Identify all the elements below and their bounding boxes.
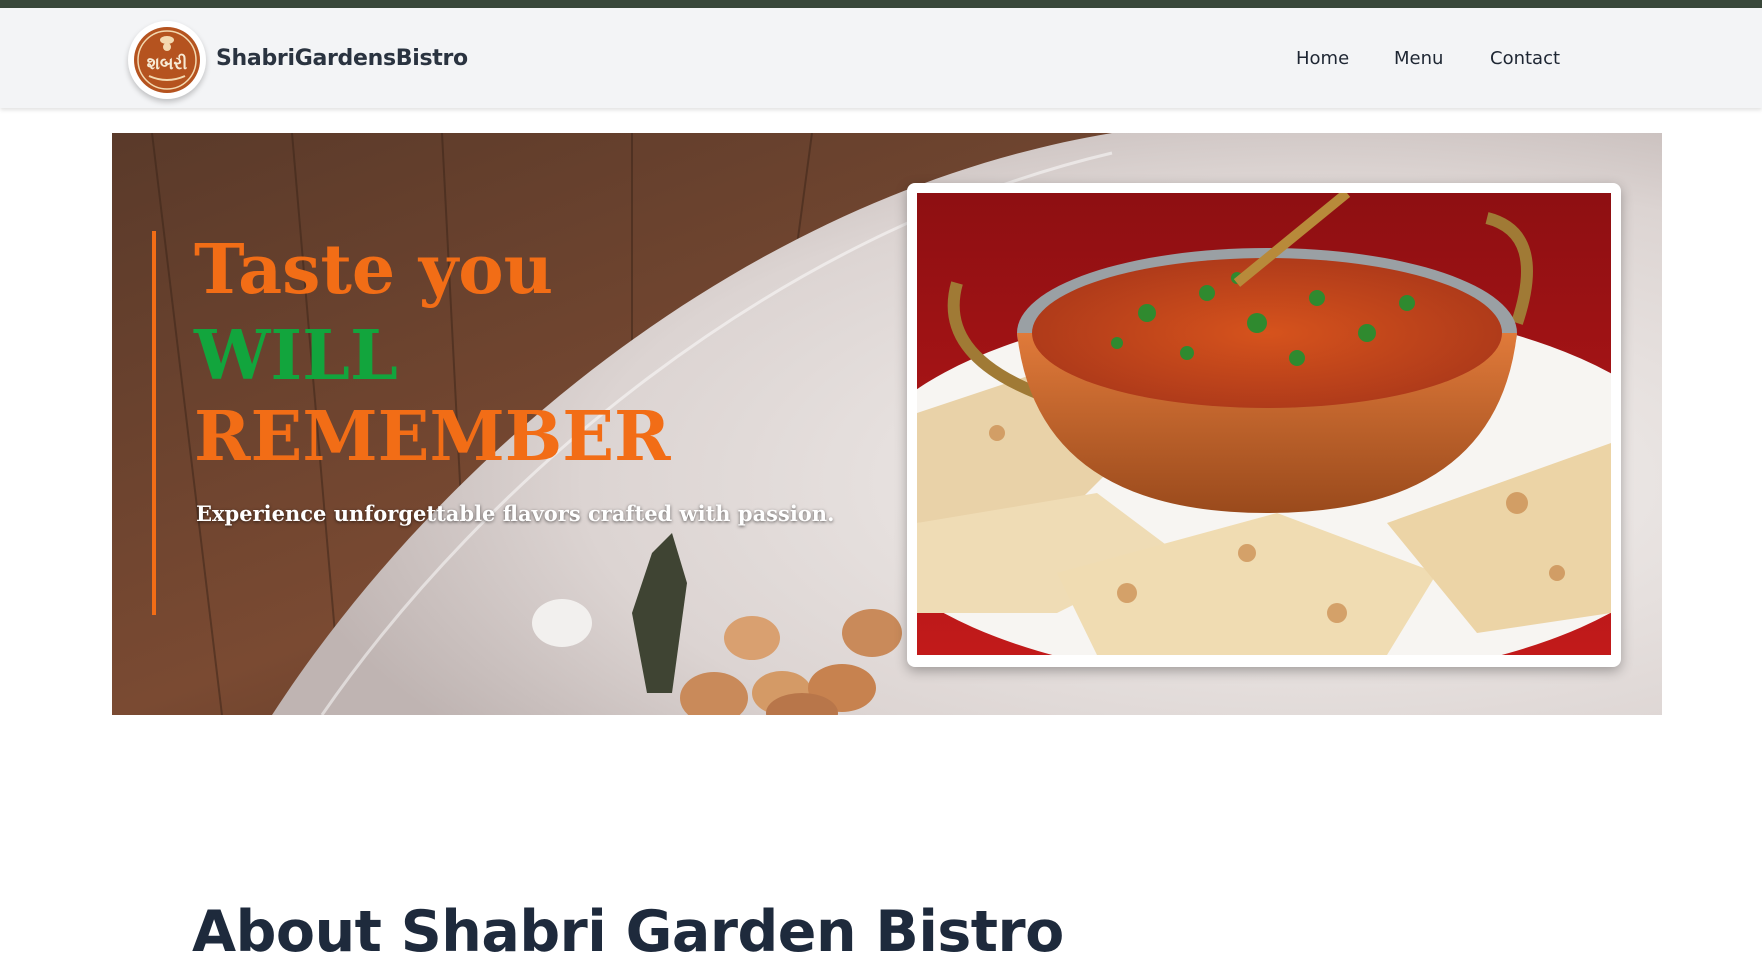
hero-tagline: Experience unforgettable flavors crafted… (196, 501, 835, 526)
hero-section: Taste you WILL REMEMBER Experience unfor… (112, 133, 1662, 715)
hero-featured-image-frame (907, 183, 1621, 667)
logo[interactable]: શબરી (128, 21, 206, 99)
hero-heading-line-1: Taste you (194, 230, 554, 310)
logo-icon: શબરી (134, 27, 200, 93)
nav-contact[interactable]: Contact (1490, 48, 1560, 69)
hero-heading-line-3: REMEMBER (194, 397, 671, 477)
site-header: શબરી ShabriGardensBistro Home Menu Conta… (0, 8, 1762, 108)
nav-home[interactable]: Home (1296, 48, 1349, 69)
hero-accent-line (152, 231, 156, 615)
brand-name[interactable]: ShabriGardensBistro (216, 46, 468, 71)
top-accent-bar (0, 0, 1762, 8)
logo-text: શબરી (147, 53, 188, 74)
about-section-title: About Shabri Garden Bistro (192, 899, 1064, 965)
nav-menu[interactable]: Menu (1394, 48, 1443, 69)
curry-dish-image (917, 193, 1611, 655)
hero-heading-line-2: WILL (194, 316, 398, 396)
